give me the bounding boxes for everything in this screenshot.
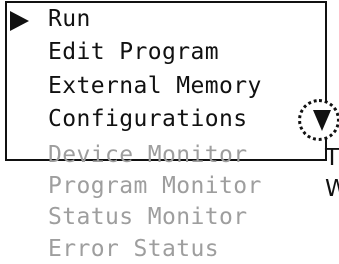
- scroll-down-arrow-icon[interactable]: [313, 110, 331, 131]
- menu-item-program-monitor: Program Monitor: [48, 173, 262, 199]
- side-text-line-2: W: [325, 176, 339, 202]
- side-text-line-1: T: [325, 145, 339, 171]
- menu-item-status-monitor: Status Monitor: [48, 204, 248, 230]
- menu-item-edit-program[interactable]: Edit Program: [48, 39, 219, 65]
- selection-pointer-icon: [10, 11, 29, 31]
- menu-item-run[interactable]: Run: [48, 6, 91, 32]
- menu-item-external-memory[interactable]: External Memory: [48, 73, 262, 99]
- menu-item-configurations[interactable]: Configurations: [48, 106, 247, 132]
- menu-item-error-status: Error Status: [48, 236, 219, 262]
- menu-item-device-monitor: Device Monitor: [48, 142, 248, 168]
